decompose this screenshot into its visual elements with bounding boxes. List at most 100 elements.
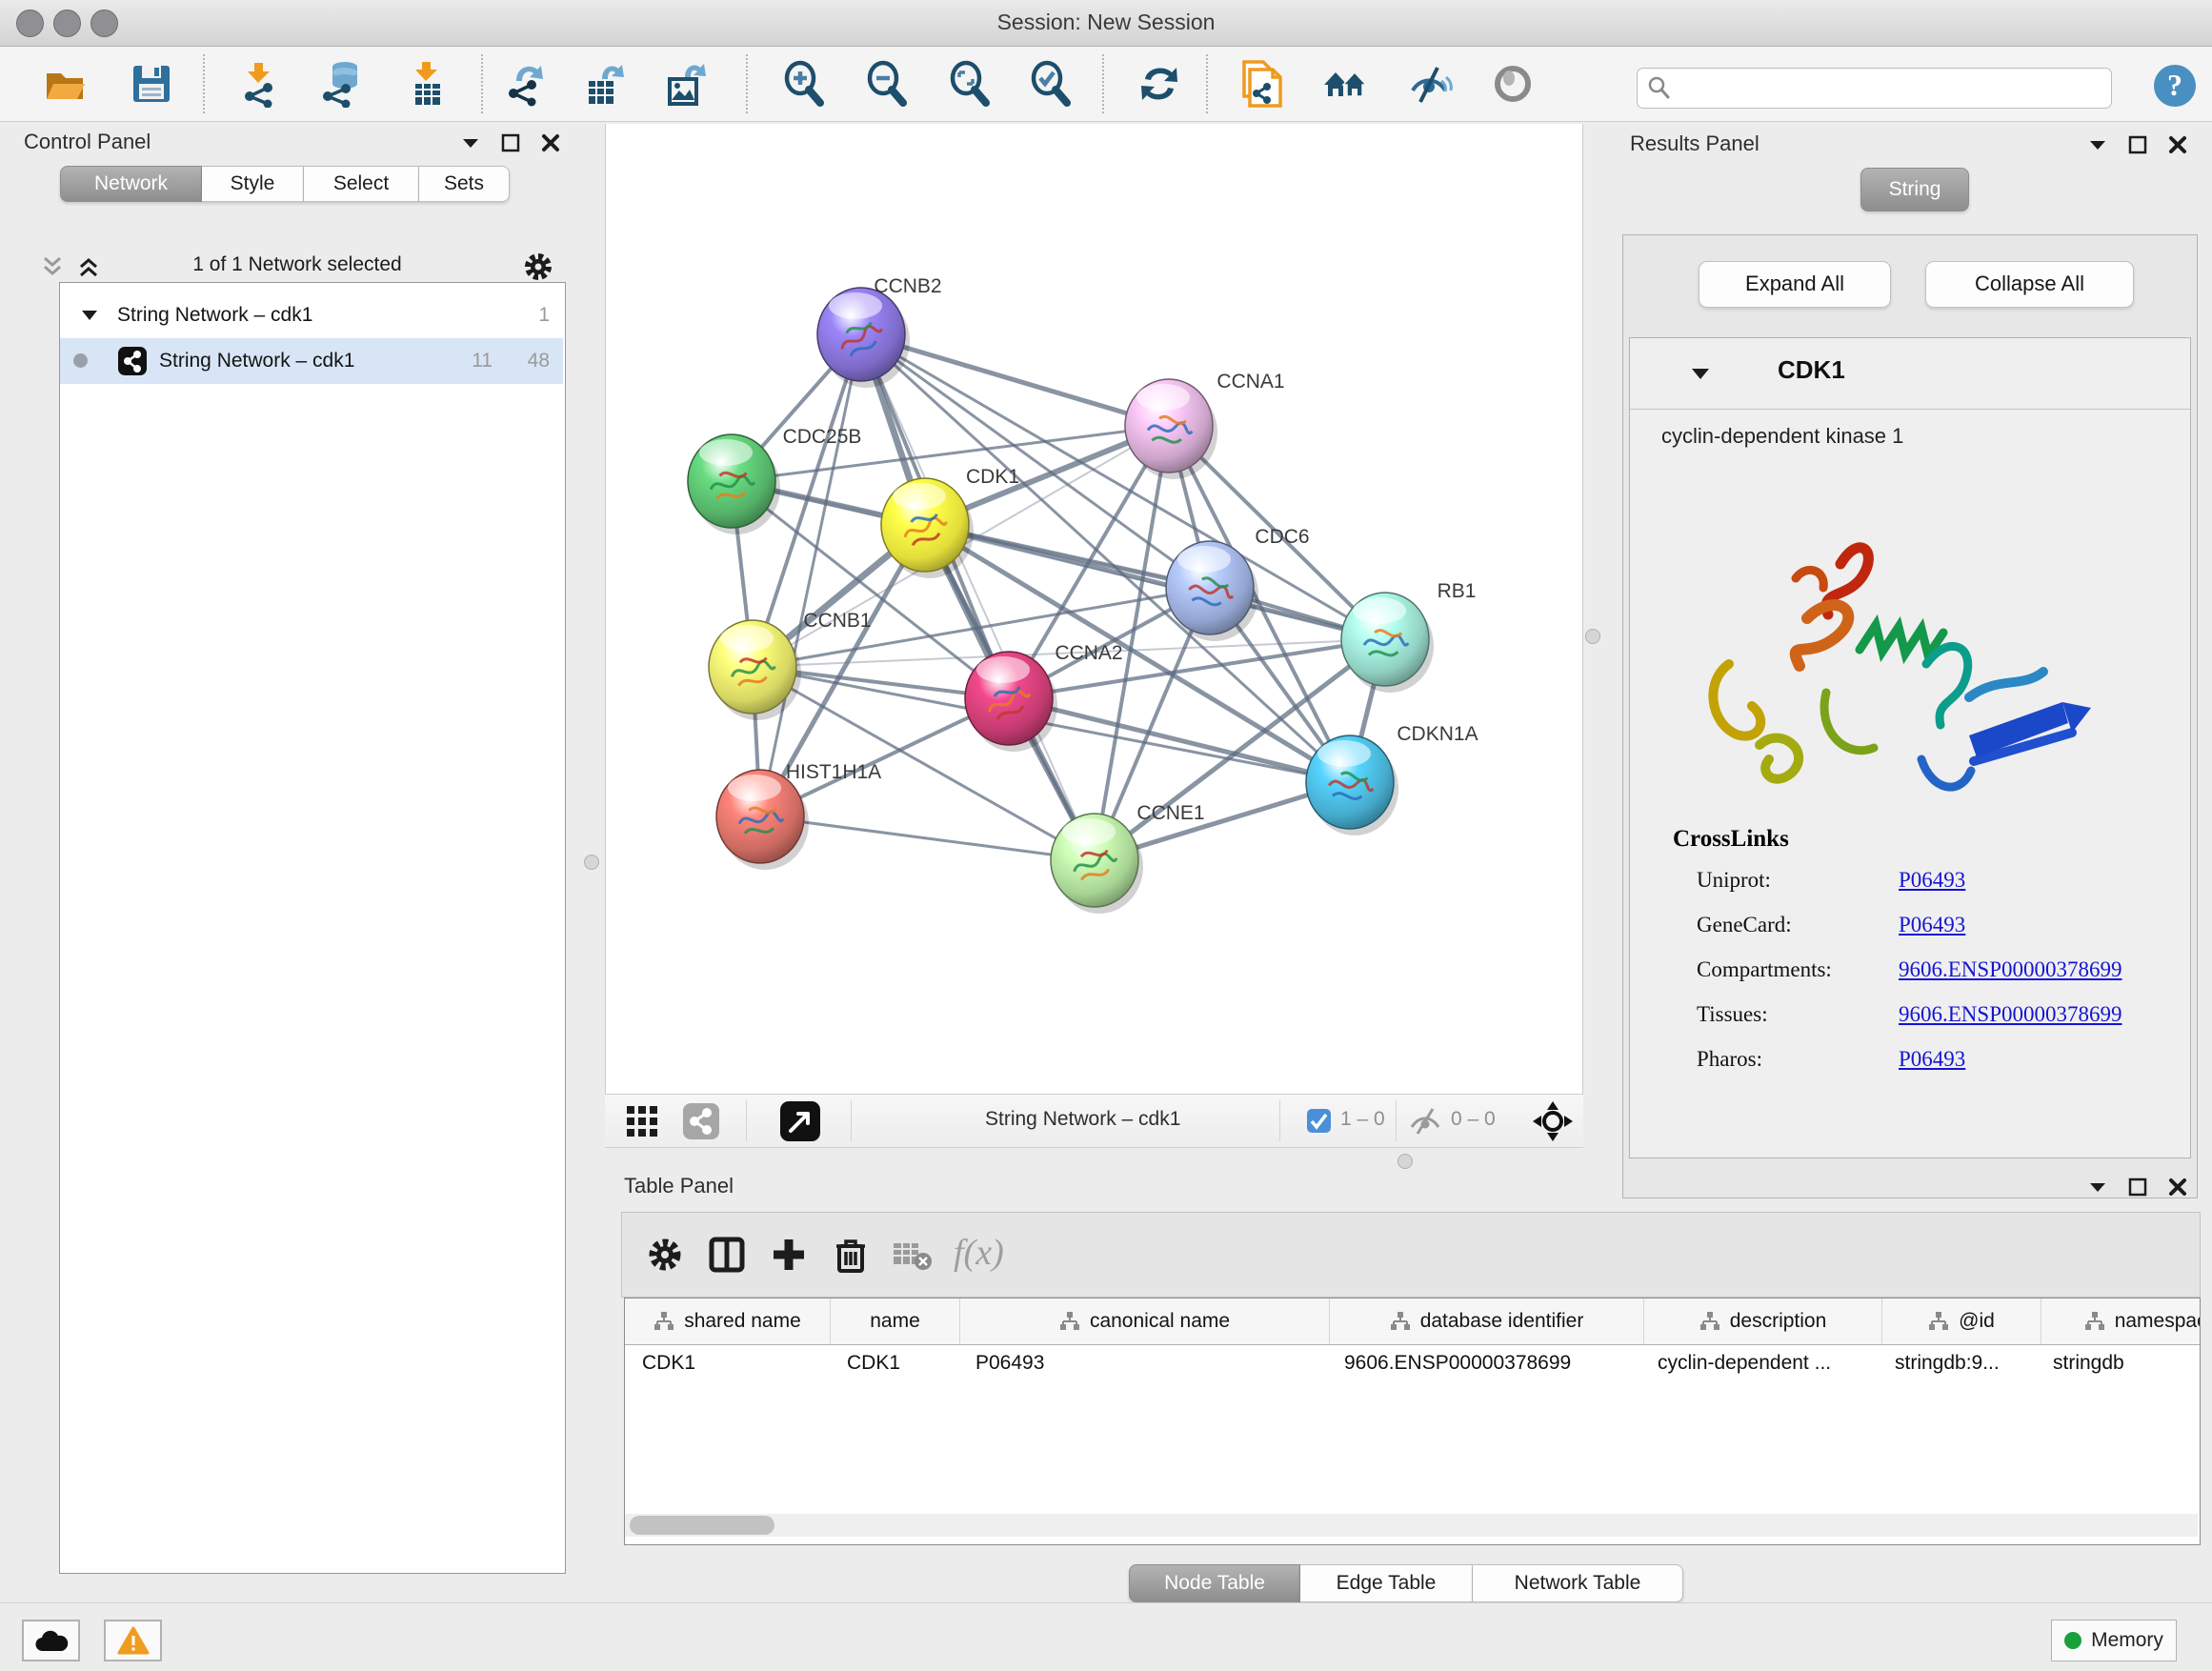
column-header-database-identifier[interactable]: database identifier: [1330, 1299, 1644, 1344]
network-node-ccne1[interactable]: CCNE1: [1051, 802, 1205, 914]
panel-float-icon[interactable]: [2128, 1178, 2147, 1197]
string-import-icon[interactable]: [1237, 60, 1284, 108]
gear-icon[interactable]: [522, 251, 554, 283]
crosslink-link[interactable]: P06493: [1899, 913, 1965, 937]
column-header-name[interactable]: name: [831, 1299, 960, 1344]
tab-string[interactable]: String: [1860, 168, 1969, 211]
search-field[interactable]: [1637, 68, 2112, 109]
network-node-rb1[interactable]: RB1: [1341, 580, 1476, 693]
network-row[interactable]: String Network – cdk1 11 48: [60, 338, 563, 384]
birds-eye-icon[interactable]: [779, 1100, 821, 1142]
horizontal-splitter-handle[interactable]: [1398, 1154, 1413, 1169]
column-header-namespace[interactable]: namespace: [2041, 1299, 2201, 1344]
import-network-database-icon[interactable]: [316, 60, 364, 108]
panel-float-icon[interactable]: [2128, 135, 2147, 154]
delete-table-icon[interactable]: [892, 1236, 934, 1274]
table-cell[interactable]: P06493: [958, 1344, 1327, 1382]
crosslink-link[interactable]: P06493: [1899, 1047, 1965, 1072]
column-header-description[interactable]: description: [1644, 1299, 1882, 1344]
panel-float-icon[interactable]: [501, 133, 520, 152]
table-cell[interactable]: stringdb:9...: [1878, 1344, 2036, 1382]
table-row[interactable]: CDK1CDK1P064939606.ENSP00000378699cyclin…: [625, 1344, 2201, 1382]
network-node-ccna1[interactable]: CCNA1: [1125, 371, 1285, 479]
network-node-cdkn1a[interactable]: CDKN1A: [1306, 723, 1478, 836]
crosslink-link[interactable]: 9606.ENSP00000378699: [1899, 1002, 2122, 1027]
save-icon[interactable]: [128, 60, 175, 108]
function-builder-icon[interactable]: f(x): [954, 1232, 1004, 1274]
network-collection-row[interactable]: String Network – cdk1 1: [60, 292, 563, 338]
delete-column-icon[interactable]: [832, 1236, 870, 1274]
tab-network[interactable]: Network: [60, 166, 202, 202]
refresh-icon[interactable]: [1136, 60, 1183, 108]
zoom-in-icon[interactable]: [780, 60, 828, 108]
gene-header-row[interactable]: CDK1: [1630, 338, 2190, 410]
network-edge[interactable]: [925, 525, 1385, 639]
add-column-icon[interactable]: [770, 1236, 808, 1274]
panel-close-icon[interactable]: [2168, 1178, 2187, 1197]
network-edge[interactable]: [861, 334, 1095, 860]
column-header--id[interactable]: @id: [1882, 1299, 2041, 1344]
table-settings-gear-icon[interactable]: [646, 1236, 684, 1274]
panel-menu-icon[interactable]: [2088, 1180, 2107, 1194]
network-node-cdc25b[interactable]: CDC25B: [688, 426, 861, 534]
tab-node-table[interactable]: Node Table: [1129, 1564, 1300, 1602]
column-header-shared-name[interactable]: shared name: [625, 1299, 831, 1344]
selected-checkbox-icon[interactable]: [1306, 1108, 1332, 1134]
collapse-arrow-icon[interactable]: [81, 309, 98, 322]
crosslink-link[interactable]: P06493: [1899, 868, 1965, 893]
warnings-button[interactable]: [104, 1620, 162, 1661]
network-edge[interactable]: [760, 334, 861, 816]
help-icon[interactable]: ?: [2151, 62, 2199, 110]
hidden-eye-icon[interactable]: [1408, 1106, 1442, 1137]
import-table-icon[interactable]: [403, 60, 451, 108]
scrollbar-thumb[interactable]: [630, 1516, 774, 1535]
export-table-icon[interactable]: [581, 60, 629, 108]
cloud-button[interactable]: [22, 1620, 80, 1661]
tab-select[interactable]: Select: [304, 166, 419, 202]
export-network-icon[interactable]: [503, 60, 551, 108]
table-cell[interactable]: 9606.ENSP00000378699: [1327, 1344, 1640, 1382]
vertical-splitter-handle[interactable]: [1585, 629, 1600, 644]
table-horizontal-scrollbar[interactable]: [625, 1514, 2198, 1537]
zoom-out-icon[interactable]: [863, 60, 911, 108]
collapse-arrow-icon[interactable]: [1691, 367, 1710, 381]
tab-style[interactable]: Style: [202, 166, 304, 202]
table-cell[interactable]: cyclin-dependent ...: [1640, 1344, 1878, 1382]
show-hide-icon[interactable]: [1405, 60, 1453, 108]
expand-all-button[interactable]: Expand All: [1699, 261, 1891, 308]
panel-close-icon[interactable]: [541, 133, 560, 152]
vertical-splitter-handle[interactable]: [584, 855, 599, 870]
tab-edge-table[interactable]: Edge Table: [1300, 1564, 1473, 1602]
network-node-cdk1[interactable]: CDK1: [881, 466, 1019, 578]
tab-sets[interactable]: Sets: [419, 166, 510, 202]
grid-view-icon[interactable]: [625, 1104, 659, 1138]
tab-network-table[interactable]: Network Table: [1473, 1564, 1683, 1602]
search-input[interactable]: [1679, 70, 2102, 104]
panel-menu-icon[interactable]: [461, 136, 480, 150]
memory-button[interactable]: Memory: [2051, 1620, 2177, 1661]
zoom-selected-icon[interactable]: [1027, 60, 1075, 108]
crosslink-link[interactable]: 9606.ENSP00000378699: [1899, 957, 2122, 982]
table-cell[interactable]: CDK1: [830, 1344, 958, 1382]
open-folder-icon[interactable]: [42, 60, 90, 108]
network-view[interactable]: CCNB2CCNA1CDC25BCDK1CDC6RB1CCNB1CCNA2CDK…: [605, 124, 1583, 1094]
node-table[interactable]: shared namenamecanonical namedatabase id…: [624, 1298, 2201, 1545]
search-icon: [1647, 75, 1672, 100]
table-cell[interactable]: stringdb: [2036, 1344, 2201, 1382]
panel-menu-icon[interactable]: [2088, 138, 2107, 151]
export-image-icon[interactable]: [662, 60, 710, 108]
collapse-all-button[interactable]: Collapse All: [1925, 261, 2134, 308]
show-columns-icon[interactable]: [708, 1236, 746, 1274]
network-edge[interactable]: [760, 816, 1095, 860]
render-detail-icon[interactable]: [1489, 60, 1537, 108]
network-node-hist1h1a[interactable]: HIST1H1A: [716, 761, 881, 870]
zoom-fit-icon[interactable]: [946, 60, 994, 108]
table-cell[interactable]: CDK1: [625, 1344, 830, 1382]
share-view-icon[interactable]: [682, 1102, 720, 1140]
network-node-ccna2[interactable]: CCNA2: [965, 642, 1123, 752]
panel-close-icon[interactable]: [2168, 135, 2187, 154]
fit-content-icon[interactable]: [1533, 1101, 1573, 1141]
home-species-icon[interactable]: [1321, 60, 1369, 108]
column-header-canonical-name[interactable]: canonical name: [960, 1299, 1330, 1344]
import-network-icon[interactable]: [235, 60, 283, 108]
